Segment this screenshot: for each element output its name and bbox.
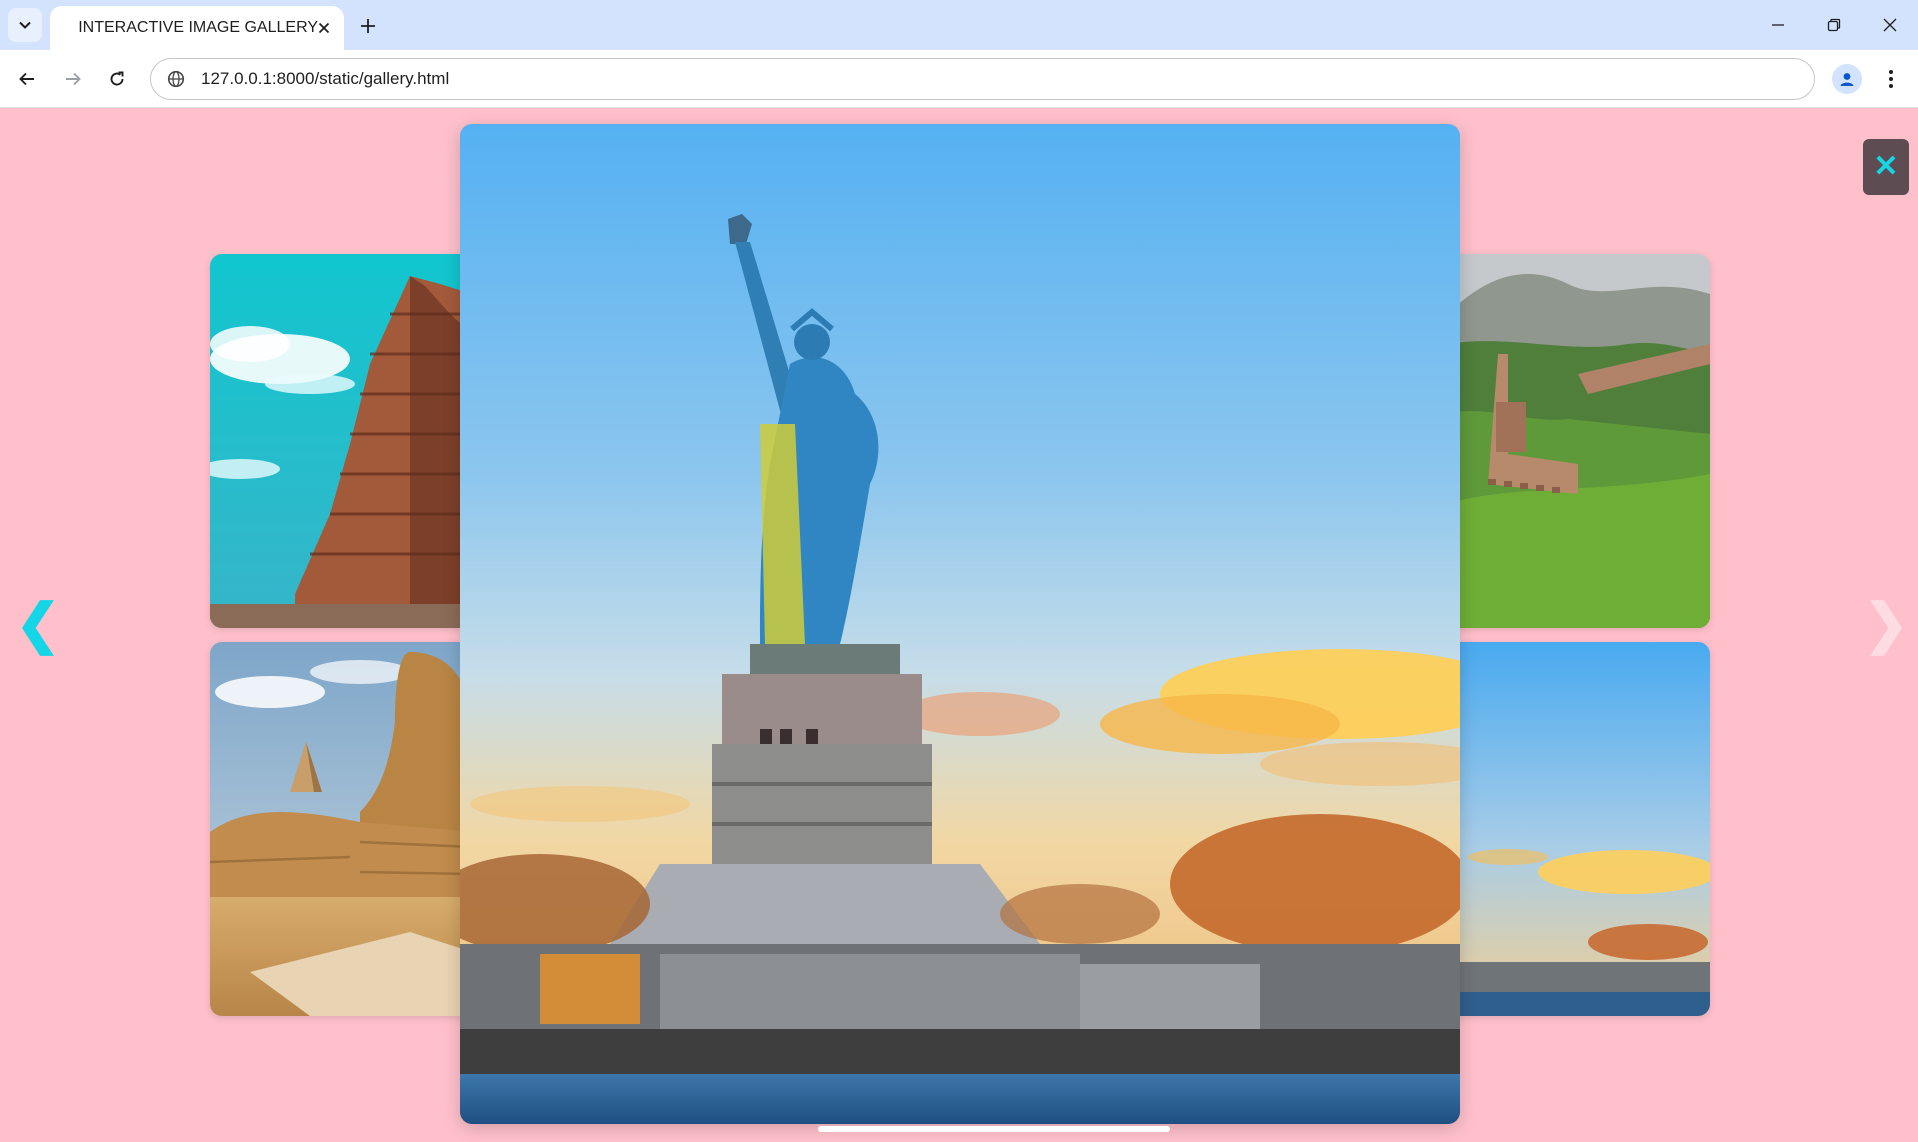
site-info-button[interactable] (163, 66, 189, 92)
temple-image (210, 254, 472, 628)
sphinx-image (210, 642, 472, 1016)
reload-icon (110, 71, 124, 86)
reload-button[interactable] (98, 60, 136, 98)
minimize-button[interactable] (1750, 0, 1806, 50)
forward-button[interactable] (54, 60, 92, 98)
profile-icon (1840, 73, 1854, 86)
back-arrow-icon (19, 72, 34, 86)
statue-of-liberty-thumb-image (1448, 642, 1710, 1016)
restore-icon (1827, 18, 1841, 32)
gallery-image-temple[interactable] (210, 254, 472, 628)
browser-tab[interactable]: INTERACTIVE IMAGE GALLERY (50, 6, 344, 50)
browser-menu-button[interactable] (1876, 64, 1906, 94)
close-icon (318, 22, 330, 34)
lightbox-image (460, 124, 1460, 1124)
browser-tabstrip: INTERACTIVE IMAGE GALLERY (0, 0, 1918, 50)
gallery-image-great-wall[interactable] (1448, 254, 1710, 628)
close-icon (1883, 18, 1897, 32)
statue-of-liberty-image (460, 124, 1460, 1124)
forward-arrow-icon (66, 72, 81, 86)
tab-title: INTERACTIVE IMAGE GALLERY (78, 19, 318, 36)
gallery-page: ✕ ❮ ❯ (0, 108, 1918, 1142)
next-image-button[interactable]: ❯ (1863, 596, 1908, 652)
tab-close-button[interactable] (318, 17, 330, 39)
window-close-button[interactable] (1862, 0, 1918, 50)
lightbox-close-button[interactable]: ✕ (1863, 139, 1909, 195)
site-info-icon (167, 70, 185, 88)
url-text: 127.0.0.1:8000/static/gallery.html (201, 69, 450, 88)
chevron-down-icon (19, 21, 31, 29)
more-vert-icon (1889, 70, 1893, 88)
great-wall-image (1448, 254, 1710, 628)
browser-toolbar: 127.0.0.1:8000/static/gallery.html (0, 50, 1918, 108)
previous-image-button[interactable]: ❮ (15, 596, 60, 652)
restore-button[interactable] (1806, 0, 1862, 50)
plus-icon (361, 19, 375, 33)
gallery-image-sphinx[interactable] (210, 642, 472, 1016)
gallery-image-statue-of-liberty[interactable] (1448, 642, 1710, 1016)
address-bar[interactable]: 127.0.0.1:8000/static/gallery.html (150, 58, 1815, 100)
tab-search-button[interactable] (8, 8, 42, 42)
back-button[interactable] (8, 60, 46, 98)
minimize-icon (1772, 24, 1784, 26)
new-tab-button[interactable] (352, 10, 384, 42)
horizontal-scrollbar[interactable] (818, 1126, 1170, 1132)
profile-button[interactable] (1832, 64, 1862, 94)
